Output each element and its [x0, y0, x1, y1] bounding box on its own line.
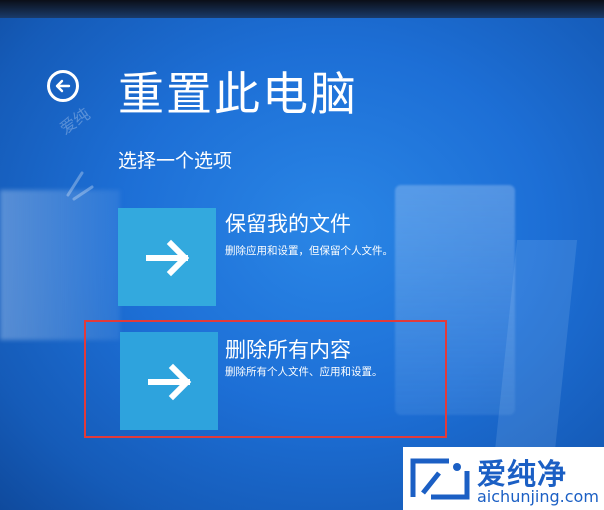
brand-logo-icon — [410, 458, 470, 500]
option-title: 保留我的文件 — [225, 212, 351, 236]
back-button[interactable] — [47, 70, 79, 102]
option-tile — [118, 208, 216, 306]
page-title: 重置此电脑 — [118, 67, 358, 121]
arrow-right-icon — [146, 239, 190, 277]
option-keep-my-files[interactable]: 保留我的文件 删除应用和设置，但保留个人文件。 — [118, 208, 438, 308]
brand-url: aichunjing.com — [477, 487, 599, 506]
screen-top-bezel — [0, 0, 604, 18]
option-description: 删除应用和设置，但保留个人文件。 — [225, 245, 393, 257]
back-arrow-icon — [55, 79, 71, 93]
watermark-logo-icon — [66, 171, 94, 201]
watermark-side-text: 爱纯 — [56, 104, 94, 139]
highlight-annotation-box — [84, 320, 447, 438]
page-subtitle: 选择一个选项 — [118, 150, 233, 172]
reflection-glare-left — [0, 190, 120, 340]
brand-watermark: 爱纯净 aichunjing.com — [403, 447, 604, 510]
